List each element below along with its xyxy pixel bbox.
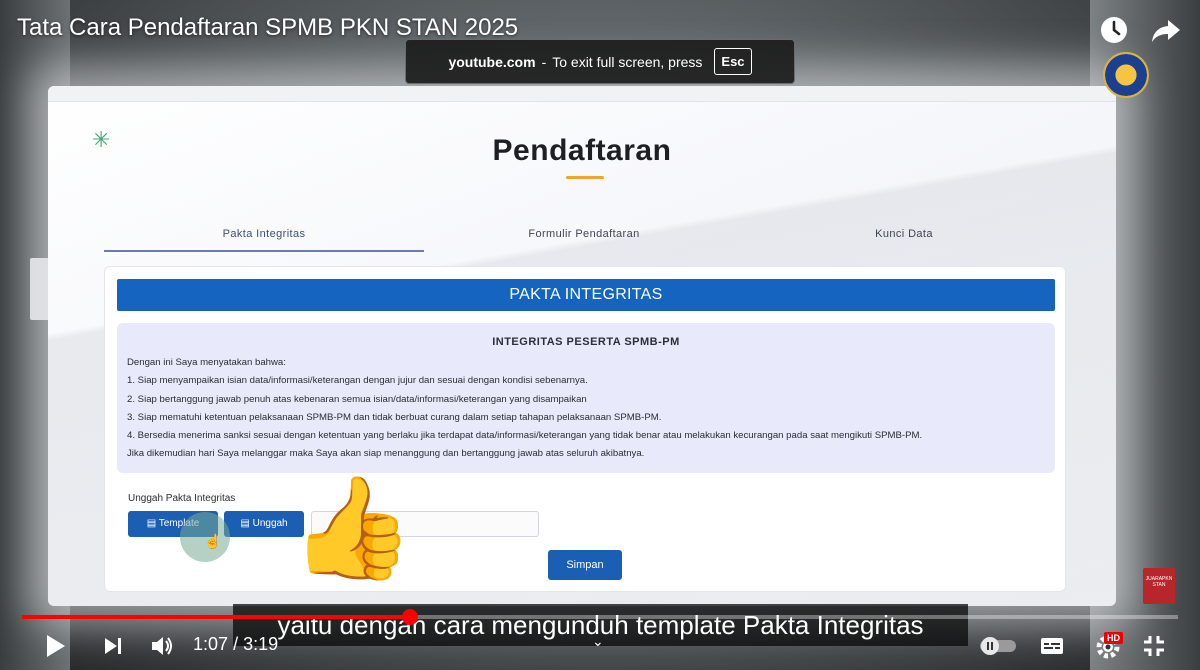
upload-label: Unggah Pakta Integritas	[128, 493, 236, 504]
integrity-statement: INTEGRITAS PESERTA SPMB-PM Dengan ini Sa…	[117, 323, 1055, 473]
card-header: PAKTA INTEGRITAS	[117, 279, 1055, 311]
page-title: Pendaftaran	[492, 134, 672, 167]
autoplay-toggle-icon[interactable]	[978, 632, 1018, 660]
integrity-line: 3. Siap mematuhi ketentuan pelaksanaan S…	[127, 411, 662, 423]
current-time: 1:07	[193, 634, 229, 654]
fullscreen-notice: youtube.com - To exit full screen, press…	[405, 39, 795, 84]
integrity-line: 4. Bersedia menerima sanksi sesuai denga…	[127, 430, 923, 442]
video-title: Tata Cara Pendaftaran SPMB PKN STAN 2025	[17, 14, 519, 41]
save-button[interactable]: Simpan	[548, 550, 622, 580]
pakta-card: PAKTA INTEGRITAS INTEGRITAS PESERTA SPMB…	[104, 266, 1066, 592]
integrity-line: Dengan ini Saya menyatakan bahwa:	[127, 357, 286, 368]
settings-button[interactable]: HD	[1090, 632, 1126, 660]
video-player[interactable]: ✳ Pendaftaran Pakta Integritas Formulir …	[0, 0, 1200, 670]
institution-logo	[1103, 52, 1149, 98]
tab-kunci-data[interactable]: Kunci Data	[744, 222, 1064, 252]
notice-site: youtube.com	[448, 53, 536, 70]
esc-key: Esc	[714, 48, 752, 75]
tab-pakta-integritas[interactable]: Pakta Integritas	[104, 222, 424, 252]
share-icon[interactable]	[1150, 14, 1182, 46]
play-icon[interactable]	[40, 632, 70, 660]
registration-tabs: Pakta Integritas Formulir Pendaftaran Ku…	[104, 222, 1064, 252]
volume-icon[interactable]	[148, 632, 176, 660]
mouse-cursor-icon: ☝	[204, 533, 222, 549]
chevron-down-icon[interactable]: ⌄	[592, 633, 604, 650]
document-icon: ▤	[146, 518, 159, 529]
watch-later-clock-icon[interactable]	[1098, 14, 1130, 46]
thumbs-up-emoji-icon: 👍	[290, 469, 415, 586]
notice-message: To exit full screen, press	[552, 53, 703, 70]
time-display: 1:07 / 3:19	[193, 634, 278, 655]
progress-scrubber[interactable]	[402, 609, 418, 625]
exit-fullscreen-icon[interactable]	[1140, 632, 1168, 660]
title-underline	[566, 176, 604, 179]
duration: 3:19	[243, 634, 279, 654]
channel-badge[interactable]: JUARAPKN STAN	[1143, 568, 1175, 604]
integrity-line: Jika dikemudian hari Saya melanggar maka…	[127, 448, 645, 460]
integrity-line: 1. Siap menyampaikan isian data/informas…	[127, 375, 588, 387]
integrity-line: 2. Siap bertanggung jawab penuh atas keb…	[127, 393, 587, 405]
time-separator: /	[233, 634, 239, 654]
progress-played	[22, 615, 410, 619]
document-icon: ▤	[240, 518, 253, 529]
subtitles-icon[interactable]	[1038, 632, 1066, 660]
next-icon[interactable]	[100, 632, 126, 660]
tab-formulir-pendaftaran[interactable]: Formulir Pendaftaran	[424, 222, 744, 252]
integrity-heading: INTEGRITAS PESERTA SPMB-PM	[492, 336, 680, 348]
upload-button-label: Unggah	[252, 518, 288, 529]
notice-dash: -	[541, 53, 547, 70]
hd-badge: HD	[1104, 632, 1123, 644]
